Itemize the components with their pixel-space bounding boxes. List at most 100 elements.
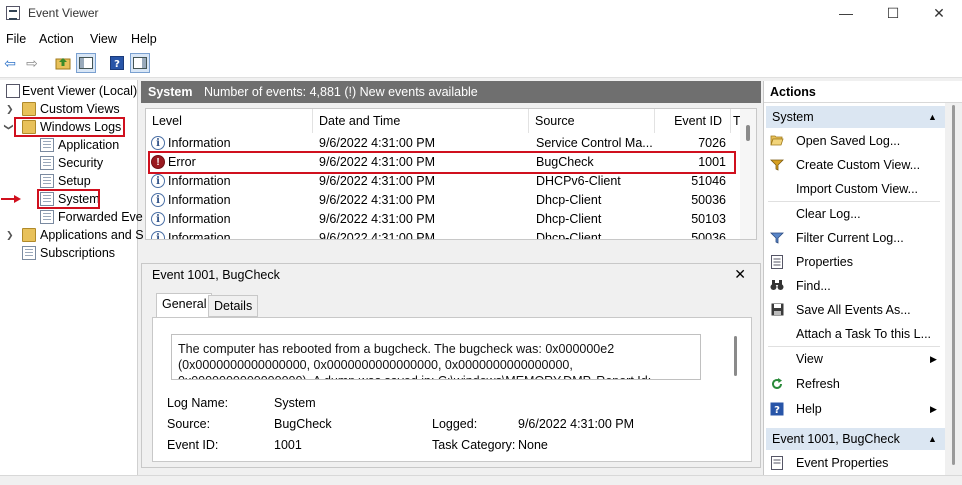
column-header-source[interactable]: Source xyxy=(529,109,655,133)
scrollbar-thumb[interactable] xyxy=(952,105,955,465)
highlight-windows-logs xyxy=(14,117,125,137)
folder-up-icon[interactable] xyxy=(53,53,73,73)
event-row[interactable]: i Information 9/6/2022 4:31:00 PM DHCPv6… xyxy=(146,172,741,191)
action-label: Create Custom View... xyxy=(796,158,921,172)
show-hide-console-tree-icon[interactable] xyxy=(76,53,96,73)
close-window-button[interactable]: ✕ xyxy=(916,0,962,28)
forward-arrow-icon[interactable]: ⇨ xyxy=(22,53,42,73)
log-name: System xyxy=(148,85,193,99)
svg-text:?: ? xyxy=(774,405,780,416)
log-header: System Number of events: 4,881 (!) New e… xyxy=(141,81,761,103)
event-row[interactable]: i Information 9/6/2022 4:31:00 PM Dhcp-C… xyxy=(146,210,741,229)
filter-icon xyxy=(770,158,784,172)
event-source: Dhcp-Client xyxy=(536,193,602,207)
event-id-label: Event ID: xyxy=(167,438,219,452)
event-source: Dhcp-Client xyxy=(536,231,602,240)
submenu-arrow-icon: ▶ xyxy=(930,354,937,364)
source-label: Source: xyxy=(167,417,211,431)
event-id: 50036 xyxy=(691,193,726,207)
event-id: 50036 xyxy=(691,231,726,240)
tree-label: Applications and S xyxy=(40,228,144,242)
actions-section-system[interactable]: System ▲ xyxy=(766,106,945,128)
task-category-label: Task Category: xyxy=(432,438,516,452)
back-arrow-icon[interactable]: ⇦ xyxy=(0,53,20,73)
folder-open-icon xyxy=(770,134,784,148)
tab-general[interactable]: General xyxy=(156,293,213,318)
log-icon xyxy=(40,174,54,188)
binoculars-icon xyxy=(770,279,784,293)
log-icon xyxy=(40,156,54,170)
menu-file[interactable]: File xyxy=(6,32,26,46)
highlight-system xyxy=(37,189,100,209)
event-level: Information xyxy=(168,231,231,240)
menu-action[interactable]: Action xyxy=(39,32,74,46)
action-label: Help xyxy=(796,402,822,416)
separator xyxy=(768,346,940,347)
scrollbar-thumb[interactable] xyxy=(734,336,737,376)
actions-header: Actions xyxy=(764,81,962,103)
column-header-event-id[interactable]: Event ID xyxy=(655,109,731,133)
status-bar xyxy=(0,475,962,485)
close-icon[interactable]: ✕ xyxy=(734,266,746,283)
subscriptions-icon xyxy=(22,246,36,260)
properties-icon xyxy=(770,255,784,269)
event-message[interactable]: The computer has rebooted from a bugchec… xyxy=(171,334,701,380)
event-row[interactable]: i Information 9/6/2022 4:31:00 PM Dhcp-C… xyxy=(146,229,741,240)
scrollbar-thumb[interactable] xyxy=(746,125,750,141)
event-row[interactable]: i Information 9/6/2022 4:31:00 PM Dhcp-C… xyxy=(146,191,741,210)
folder-icon xyxy=(22,228,36,242)
action-label: Properties xyxy=(796,255,853,269)
help-toolbar-icon[interactable]: ? xyxy=(107,53,127,73)
console-tree: Event Viewer (Local) ❯ Custom Views ❯ Wi… xyxy=(0,80,144,475)
separator xyxy=(768,201,940,202)
actions-scrollbar[interactable] xyxy=(945,103,962,475)
actions-section-event[interactable]: Event 1001, BugCheck ▲ xyxy=(766,428,945,450)
chevron-right-icon[interactable]: ❯ xyxy=(6,100,14,118)
event-date: 9/6/2022 4:31:00 PM xyxy=(319,212,436,226)
log-icon xyxy=(40,210,54,224)
log-name-label: Log Name: xyxy=(167,396,229,410)
submenu-arrow-icon: ▶ xyxy=(930,404,937,414)
event-general-panel: The computer has rebooted from a bugchec… xyxy=(152,317,752,462)
show-hide-action-pane-icon[interactable] xyxy=(130,53,150,73)
event-detail-pane: Event 1001, BugCheck ✕ General Details T… xyxy=(141,263,761,468)
toolbar: ⇦ ⇨ ? xyxy=(0,50,962,78)
event-properties-icon xyxy=(770,456,784,470)
menu-bar: File Action View Help xyxy=(0,28,962,50)
column-header-date[interactable]: Date and Time xyxy=(313,109,529,133)
action-label: Save All Events As... xyxy=(796,303,911,317)
event-detail-title: Event 1001, BugCheck xyxy=(152,268,280,282)
chevron-right-icon[interactable]: ❯ xyxy=(6,226,14,244)
collapse-up-icon[interactable]: ▲ xyxy=(928,428,937,450)
window-title: Event Viewer xyxy=(28,6,99,20)
title-bar: Event Viewer — ☐ ✕ xyxy=(0,0,962,28)
menu-help[interactable]: Help xyxy=(131,32,157,46)
info-icon: i xyxy=(151,136,165,150)
event-level: Information xyxy=(168,212,231,226)
action-label: Filter Current Log... xyxy=(796,231,904,245)
log-icon xyxy=(40,138,54,152)
filter-icon xyxy=(770,231,784,245)
event-date: 9/6/2022 4:31:00 PM xyxy=(319,231,436,240)
source-value: BugCheck xyxy=(274,417,332,431)
log-summary: Number of events: 4,881 (!) New events a… xyxy=(204,85,478,99)
tab-details[interactable]: Details xyxy=(208,295,259,317)
maximize-button[interactable]: ☐ xyxy=(870,0,916,28)
collapse-up-icon[interactable]: ▲ xyxy=(928,106,937,128)
menu-view[interactable]: View xyxy=(90,32,117,46)
event-source: DHCPv6-Client xyxy=(536,174,621,188)
tree-label: Application xyxy=(58,138,120,152)
event-list-scrollbar[interactable] xyxy=(740,109,756,239)
minimize-button[interactable]: — xyxy=(823,0,869,28)
column-header-level[interactable]: Level xyxy=(146,109,313,133)
save-icon xyxy=(770,303,784,317)
action-label: Import Custom View... xyxy=(796,182,919,196)
logged-value: 9/6/2022 4:31:00 PM xyxy=(518,417,635,431)
info-icon: i xyxy=(151,193,165,207)
message-scrollbar[interactable] xyxy=(732,334,740,380)
action-label: Open Saved Log... xyxy=(796,134,901,148)
refresh-icon xyxy=(770,377,784,391)
event-id-value: 1001 xyxy=(274,438,302,452)
tree-label: Event Viewer (Local) xyxy=(22,84,138,98)
info-icon: i xyxy=(151,174,165,188)
